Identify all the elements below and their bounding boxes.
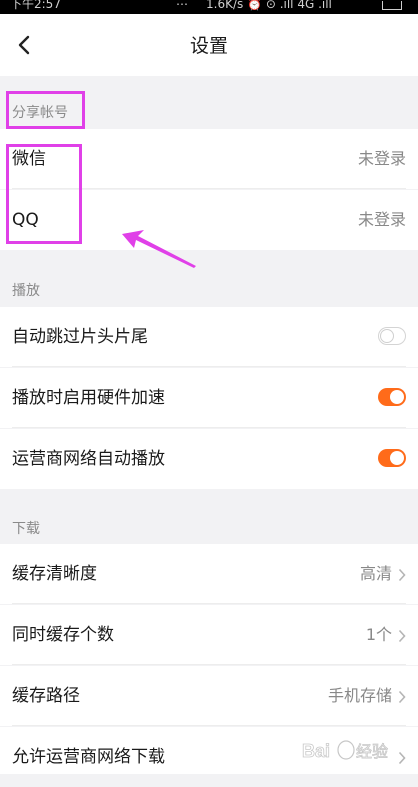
divider — [12, 603, 406, 604]
toggle-switch[interactable] — [378, 449, 406, 467]
row-label: 自动跳过片头片尾 — [12, 327, 148, 347]
section-header-download: 下载 — [12, 521, 40, 537]
toggle-switch[interactable] — [378, 388, 406, 406]
status-bar: 下午2:57 … 1.6K/s ⏰ ⊙ .ıll 4G .ıll — [0, 0, 418, 14]
row-mobile-download[interactable]: 允许运营商网络下载 — [0, 727, 418, 774]
row-value: 未登录 — [357, 149, 406, 168]
chevron-right-icon — [398, 567, 406, 582]
row-label: 同时缓存个数 — [12, 625, 114, 645]
row-value: 未登录 — [357, 210, 406, 229]
divider — [12, 188, 406, 189]
row-value: 高清 — [359, 564, 392, 583]
row-label: 缓存清晰度 — [12, 564, 97, 584]
row-qq[interactable]: QQ 未登录 — [0, 190, 418, 250]
row-label: 缓存路径 — [12, 686, 80, 706]
page-title: 设置 — [189, 35, 228, 57]
row-label: 播放时启用硬件加速 — [12, 388, 165, 408]
toggle-knob — [390, 390, 404, 404]
divider — [12, 725, 406, 726]
status-time: 下午2:57 — [10, 0, 61, 11]
row-label: QQ — [12, 210, 39, 230]
row-wechat[interactable]: 微信 未登录 — [0, 129, 418, 189]
row-mobile-autoplay: 运营商网络自动播放 — [0, 429, 418, 489]
chevron-right-icon — [398, 750, 406, 765]
section-header-playback: 播放 — [12, 283, 40, 299]
status-indicators: 1.6K/s ⏰ ⊙ .ıll 4G .ıll — [206, 0, 332, 11]
chevron-right-icon — [398, 628, 406, 643]
row-skip-intro: 自动跳过片头片尾 — [0, 307, 418, 367]
row-hardware-accel: 播放时启用硬件加速 — [0, 368, 418, 428]
toggle-switch[interactable] — [378, 327, 406, 345]
status-dots: … — [176, 0, 189, 8]
chevron-right-icon — [398, 689, 406, 704]
row-cache-quality[interactable]: 缓存清晰度 高清 — [0, 544, 418, 604]
row-label: 运营商网络自动播放 — [12, 449, 165, 469]
toggle-knob — [380, 329, 394, 343]
battery-icon — [382, 1, 402, 10]
divider — [12, 427, 406, 428]
row-concurrent-cache[interactable]: 同时缓存个数 1个 — [0, 605, 418, 665]
section-header-share: 分享帐号 — [12, 105, 68, 121]
row-label: 微信 — [12, 149, 46, 169]
divider — [12, 664, 406, 665]
row-label: 允许运营商网络下载 — [12, 747, 165, 767]
row-cache-path[interactable]: 缓存路径 手机存储 — [0, 666, 418, 726]
nav-bar: 设置 — [0, 14, 418, 76]
toggle-knob — [390, 451, 404, 465]
divider — [12, 366, 406, 367]
row-value: 1个 — [365, 625, 392, 644]
row-value: 手机存储 — [327, 686, 392, 705]
